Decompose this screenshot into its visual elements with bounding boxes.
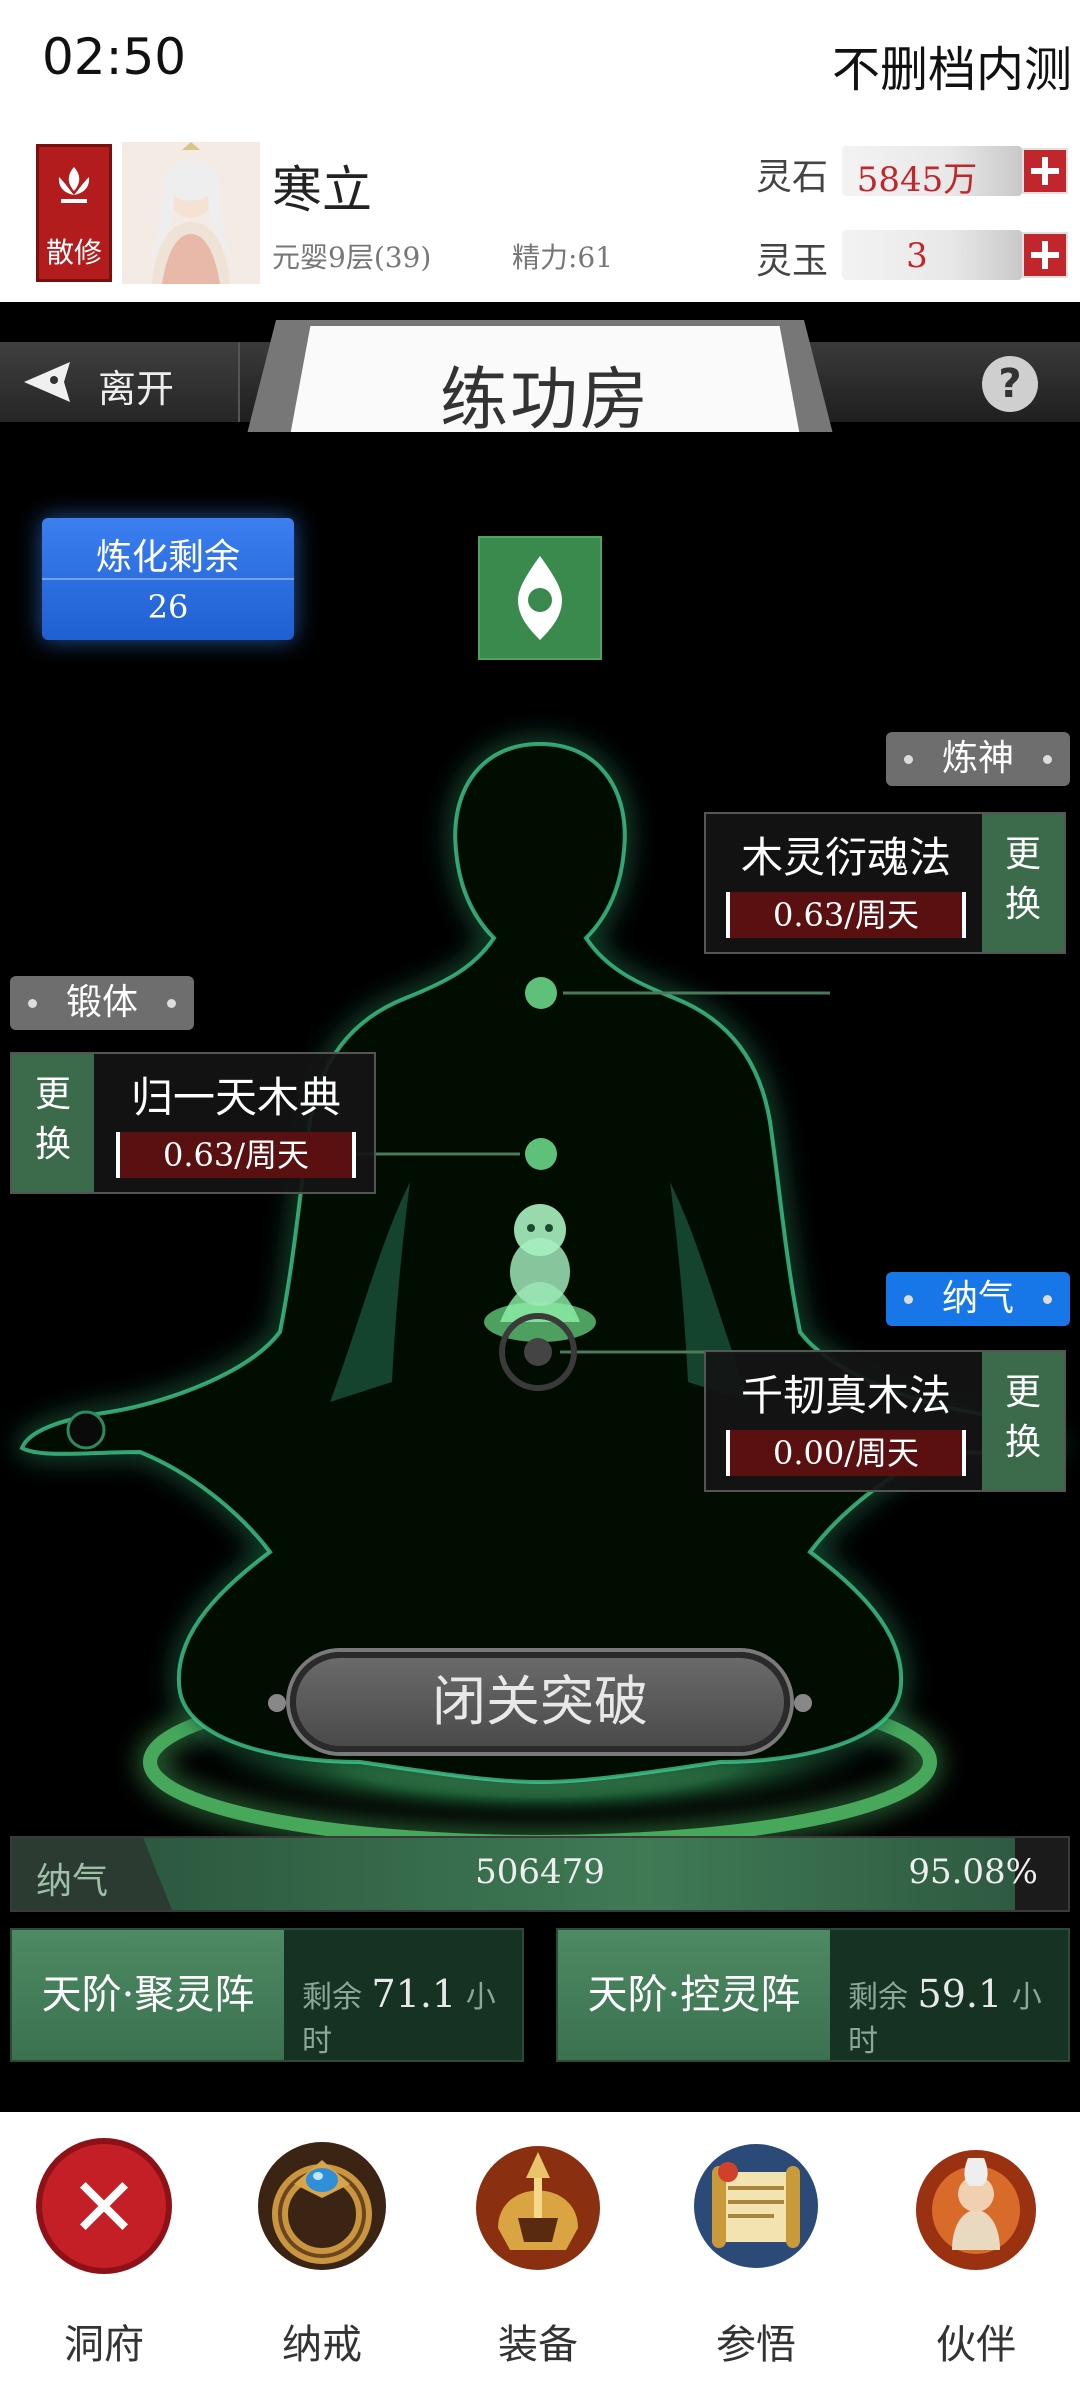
status-build-label: 不删档内测 [831, 42, 1072, 98]
tag-label: 锻体 [65, 982, 138, 1023]
array-remain-hours: 59.1 [917, 1972, 1003, 2016]
status-bar: 02:50 不删档内测 [0, 0, 1080, 130]
player-profile: 散修 寒立 元婴9层(39) 精力:61 灵石 5845万 灵玉 3 [0, 130, 1080, 302]
technique-card-body[interactable]: 更换 归一天木典 0.63/周天 [10, 1052, 376, 1194]
tag-qi-gathering: 纳气 [886, 1272, 1070, 1326]
practice-room: 炼化剩余 26 炼神 木灵衍魂法 0.63/周天 更换 锻体 更换 归一天木典 … [0, 432, 1080, 2112]
nav-item-cave[interactable]: 洞府 [24, 2128, 184, 2388]
technique-card-qi[interactable]: 千韧真木法 0.00/周天 更换 [704, 1350, 1066, 1492]
add-spirit-jade-button[interactable] [1022, 232, 1068, 278]
player-name: 寒立 [272, 161, 372, 219]
breakthrough-button[interactable]: 闭关突破 [290, 1652, 790, 1752]
leave-button[interactable]: 离开 [0, 342, 240, 422]
spirit-stone-box: 5845万 [842, 146, 1022, 200]
scroll-icon [694, 2144, 818, 2268]
swap-button[interactable]: 更换 [982, 1352, 1064, 1490]
array-remain-prefix: 剩余 [848, 1980, 908, 2015]
array-remaining: 剩余 59.1 小时 [848, 1972, 1068, 2060]
status-time: 02:50 [42, 28, 187, 86]
array-button-gather[interactable]: 天阶·聚灵阵 剩余 71.1 小时 [10, 1928, 524, 2062]
tag-dot [1043, 1295, 1052, 1304]
bottom-nav: 洞府 纳戒 装备 参悟 伙伴 [0, 2112, 1080, 2400]
close-icon [36, 2138, 172, 2274]
array-name: 天阶·控灵阵 [558, 1930, 830, 2060]
nav-item-companion[interactable]: 伙伴 [896, 2128, 1056, 2388]
nav-label: 装备 [498, 2322, 578, 2368]
spirit-jade-box: 3 [842, 230, 1022, 280]
breakthrough-knob-right [794, 1694, 812, 1712]
nav-item-storage-ring[interactable]: 纳戒 [242, 2128, 402, 2388]
tag-dot [28, 999, 37, 1008]
title-bar: 离开 练功房 ? [0, 302, 1080, 440]
help-icon[interactable]: ? [982, 356, 1038, 412]
array-button-control[interactable]: 天阶·控灵阵 剩余 59.1 小时 [556, 1928, 1070, 2062]
array-name: 天阶·聚灵阵 [12, 1930, 284, 2060]
technique-name: 木灵衍魂法 [740, 833, 951, 882]
refine-remaining-value: 26 [147, 588, 189, 626]
nav-item-equipment[interactable]: 装备 [458, 2128, 618, 2388]
tag-label: 炼神 [941, 738, 1014, 779]
tag-dot [1043, 755, 1052, 764]
add-spirit-stone-button[interactable] [1022, 148, 1068, 194]
sect-badge[interactable]: 散修 [36, 144, 112, 282]
tag-dot [904, 1295, 913, 1304]
spirit-stone-label: 灵石 [756, 157, 829, 198]
nav-label: 参悟 [716, 2322, 796, 2368]
helmet-icon [476, 2146, 600, 2270]
nav-label: 洞府 [64, 2322, 144, 2368]
refine-divider [42, 578, 294, 580]
avatar[interactable] [122, 142, 260, 284]
technique-rate: 0.63/周天 [726, 892, 966, 938]
tag-label: 纳气 [941, 1278, 1014, 1319]
array-remain-hours: 71.1 [371, 1972, 457, 2016]
tag-refine-spirit: 炼神 [886, 732, 1070, 786]
nav-item-comprehend[interactable]: 参悟 [676, 2128, 836, 2388]
leave-label: 离开 [98, 367, 175, 411]
tag-dot [167, 999, 176, 1008]
eye-icon [518, 556, 562, 640]
qi-progress-bar: 纳气 506479 95.08% [10, 1836, 1070, 1912]
mind-node [525, 977, 557, 1009]
array-remain-prefix: 剩余 [302, 1980, 362, 2015]
tag-dot [904, 755, 913, 764]
refine-remaining-panel[interactable]: 炼化剩余 26 [42, 518, 294, 640]
page-title: 练功房 [439, 361, 650, 440]
player-realm: 元婴9层(39) [272, 241, 432, 274]
breakthrough-knob-left [268, 1694, 286, 1712]
back-arrow-icon [24, 362, 70, 402]
lotus-icon [58, 167, 90, 203]
technique-name: 千韧真木法 [740, 1371, 951, 1420]
nav-label: 纳戒 [282, 2322, 362, 2368]
technique-name: 归一天木典 [130, 1073, 341, 1122]
technique-rate: 0.63/周天 [116, 1132, 356, 1178]
sect-label: 散修 [45, 236, 102, 269]
spirit-jade-label: 灵玉 [756, 241, 829, 282]
player-energy: 精力:61 [512, 241, 614, 274]
nav-label: 伙伴 [936, 2322, 1016, 2368]
spirit-jade-value: 3 [906, 236, 928, 276]
swap-button[interactable]: 更换 [12, 1054, 94, 1192]
tag-body-tempering: 锻体 [10, 976, 194, 1030]
spirit-stone-value: 5845万 [856, 160, 978, 200]
ring-icon [258, 2142, 386, 2270]
view-toggle-button[interactable] [478, 536, 602, 660]
companion-icon [916, 2150, 1036, 2270]
refine-remaining-label: 炼化剩余 [95, 537, 240, 578]
qi-percent: 95.08% [908, 1852, 1038, 1892]
swap-button[interactable]: 更换 [982, 814, 1064, 952]
technique-rate: 0.00/周天 [726, 1430, 966, 1476]
technique-card-spirit[interactable]: 木灵衍魂法 0.63/周天 更换 [704, 812, 1066, 954]
array-remaining: 剩余 71.1 小时 [302, 1972, 522, 2060]
